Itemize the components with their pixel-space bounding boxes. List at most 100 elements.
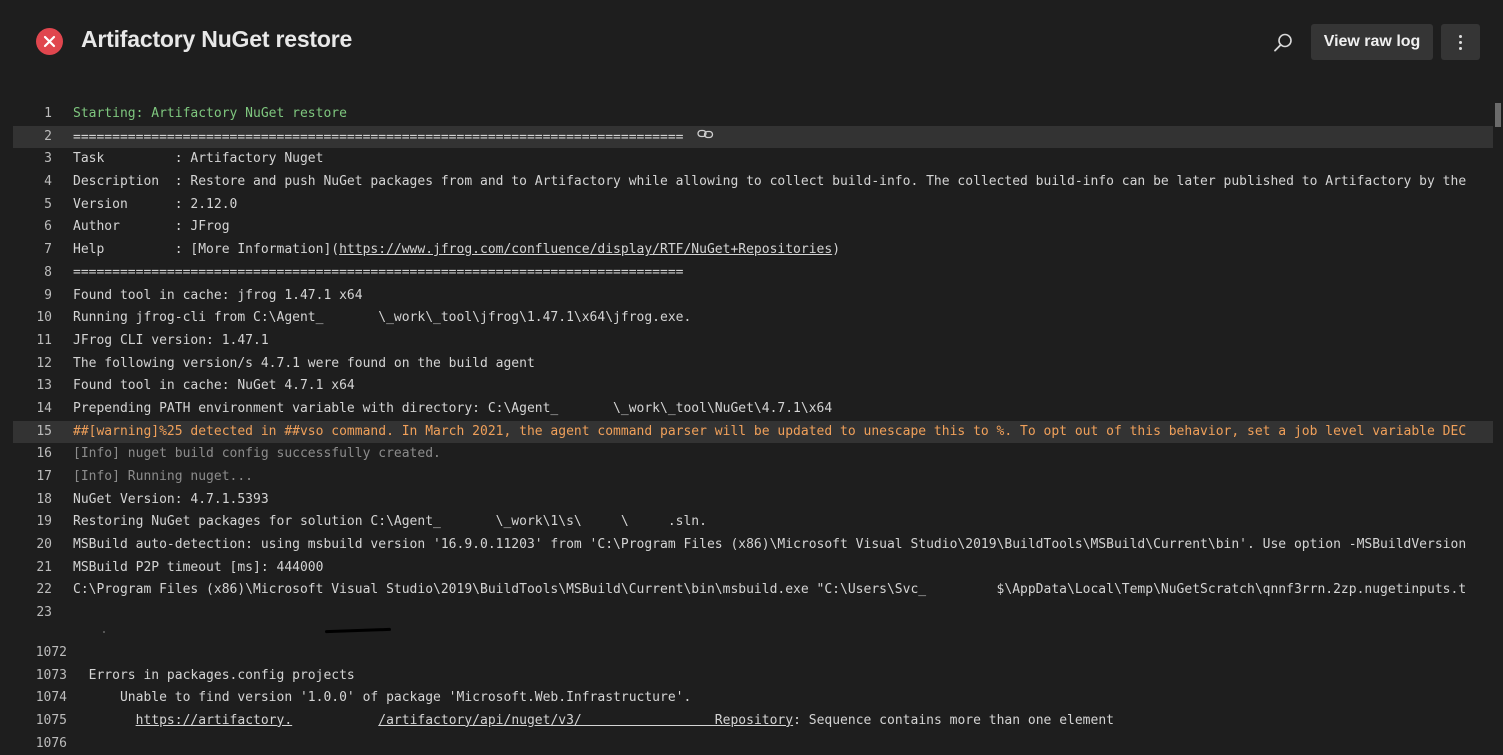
- line-number: 3: [44, 151, 52, 167]
- log-line[interactable]: 1075 https://artifactory. /artifactory/a…: [0, 710, 1493, 733]
- log-line[interactable]: 17 [Info] Running nuget...: [0, 466, 1493, 489]
- log-line[interactable]: 6 Author : JFrog: [0, 216, 1493, 239]
- line-number: 23: [36, 605, 52, 621]
- log-text: C:\Program Files (x86)\Microsoft Visual …: [73, 582, 1467, 598]
- log-text: Restoring NuGet packages for solution C:…: [73, 514, 707, 530]
- log-line[interactable]: 1072: [0, 642, 1493, 665]
- log-line-text: NuGet Version: 4.7.1.5393: [73, 489, 1493, 512]
- more-vertical-icon: [1459, 33, 1462, 51]
- line-number: 1076: [35, 735, 67, 751]
- log-line[interactable]: 14 Prepending PATH environment variable w…: [0, 398, 1493, 421]
- log-line-text: ========================================…: [73, 126, 1493, 149]
- log-line[interactable]: 1 Starting: Artifactory NuGet restore: [0, 103, 1493, 126]
- log-line-text: Running jfrog-cli from C:\Agent_ \_work\…: [73, 307, 1493, 330]
- log-line-text: [Info] nuget build config successfully c…: [73, 443, 1493, 466]
- log-link[interactable]: https://www.jfrog.com/confluence/display…: [339, 242, 832, 257]
- log-line-text: C:\Program Files (x86)\Microsoft Visual …: [73, 579, 1493, 602]
- log-line[interactable]: 15 ##[warning]%25 detected in ##vso comma…: [13, 420, 1493, 444]
- log-line[interactable]: 19 Restoring NuGet packages for solution …: [0, 511, 1493, 534]
- log-text: ========================================…: [73, 264, 684, 280]
- line-number: 14: [36, 400, 52, 416]
- log-text: Description : Restore and push NuGet pac…: [73, 174, 1467, 190]
- log-line[interactable]: 7 Help : [More Information](https://www.j…: [0, 239, 1493, 262]
- log-line-text: Restoring NuGet packages for solution C:…: [73, 511, 1493, 534]
- log-text: ##[warning]%25 detected in ##vso command…: [73, 423, 1467, 439]
- log-text: Prepending PATH environment variable wit…: [73, 400, 833, 416]
- log-text: MSBuild auto-detection: using msbuild ve…: [73, 537, 1467, 553]
- line-number: 20: [36, 537, 52, 553]
- log-line[interactable]: 16 [Info] nuget build config successfully…: [0, 443, 1493, 466]
- log-line[interactable]: 20 MSBuild auto-detection: using msbuild …: [0, 534, 1493, 557]
- log-collapsed-gap: [0, 625, 1493, 642]
- log-link[interactable]: /artifactory/api/nuget/v3/ Repository: [378, 713, 793, 728]
- log-text: Help : [More Information](: [73, 242, 340, 258]
- line-number: 2: [44, 128, 52, 144]
- log-line-text: MSBuild auto-detection: using msbuild ve…: [73, 534, 1493, 557]
- log-text: Found tool in cache: jfrog 1.47.1 x64: [73, 287, 363, 303]
- log-line[interactable]: 18 NuGet Version: 4.7.1.5393: [0, 489, 1493, 512]
- copy-link-icon[interactable]: [697, 126, 714, 149]
- log-text: ========================================…: [73, 129, 684, 145]
- line-number: 10: [36, 310, 52, 326]
- scrollbar-thumb[interactable]: [1495, 103, 1501, 127]
- log-line-text: Errors in packages.config projects: [73, 665, 1493, 688]
- log-line[interactable]: 13 Found tool in cache: NuGet 4.7.1 x64: [0, 375, 1493, 398]
- line-number: 8: [44, 264, 52, 280]
- line-number: 9: [44, 287, 52, 303]
- more-options-button[interactable]: [1441, 24, 1480, 60]
- log-link[interactable]: https://artifactory.: [136, 713, 293, 728]
- search-icon: [1274, 33, 1292, 52]
- log-text: [Info] Running nuget...: [73, 469, 254, 484]
- log-line-text: Version : 2.12.0: [73, 194, 1493, 217]
- log-text: Starting: Artifactory NuGet restore: [73, 106, 347, 121]
- error-icon: [36, 28, 63, 55]
- log-line-text: Prepending PATH environment variable wit…: [73, 398, 1493, 421]
- log-line-text: Starting: Artifactory NuGet restore: [73, 103, 1493, 126]
- line-number: 5: [44, 196, 52, 212]
- log-line-text: JFrog CLI version: 1.47.1: [73, 330, 1493, 353]
- line-number: 16: [36, 446, 52, 462]
- line-number: 17: [36, 469, 52, 484]
- log-line[interactable]: 12 The following version/s 4.7.1 were fou…: [0, 353, 1493, 376]
- line-number: 21: [36, 559, 52, 575]
- log-line[interactable]: 1076: [0, 733, 1493, 755]
- line-number: 1: [44, 106, 52, 121]
- redaction-mark: [324, 627, 392, 633]
- log-line[interactable]: 8 =======================================…: [0, 262, 1493, 285]
- log-line-text: https://artifactory. /artifactory/api/nu…: [73, 710, 1493, 733]
- log-line[interactable]: 1073 Errors in packages.config projects: [0, 665, 1493, 688]
- log-line-text: Author : JFrog: [73, 216, 1493, 239]
- line-number: 13: [36, 378, 52, 394]
- line-number: 1073: [35, 667, 67, 683]
- log-line-text: Help : [More Information](https://www.jf…: [73, 239, 1493, 262]
- log-line[interactable]: 4 Description : Restore and push NuGet pa…: [0, 171, 1493, 194]
- log-line[interactable]: 11 JFrog CLI version: 1.47.1: [0, 330, 1493, 353]
- log-line[interactable]: 22 C:\Program Files (x86)\Microsoft Visua…: [0, 579, 1493, 602]
- log-line-text: Found tool in cache: jfrog 1.47.1 x64: [73, 285, 1493, 308]
- log-viewer[interactable]: 1 Starting: Artifactory NuGet restore 2 ===…: [0, 103, 1493, 755]
- line-number: 6: [44, 219, 52, 235]
- log-line[interactable]: 9 Found tool in cache: jfrog 1.47.1 x64: [0, 285, 1493, 308]
- log-line[interactable]: 23: [0, 602, 1493, 625]
- line-number: 4: [44, 174, 52, 190]
- log-line[interactable]: 2 =======================================…: [13, 125, 1493, 149]
- log-text: : Sequence contains more than one elemen…: [793, 712, 1114, 728]
- log-line[interactable]: 5 Version : 2.12.0: [0, 194, 1493, 217]
- view-raw-log-button[interactable]: View raw log: [1311, 24, 1433, 60]
- log-line[interactable]: 1074 Unable to find version '1.0.0' of p…: [0, 687, 1493, 710]
- line-number: 11: [36, 332, 52, 348]
- log-line-text: The following version/s 4.7.1 were found…: [73, 353, 1493, 376]
- log-text: Errors in packages.config projects: [73, 667, 355, 683]
- line-number: 22: [36, 582, 52, 598]
- log-line[interactable]: 21 MSBuild P2P timeout [ms]: 444000: [0, 557, 1493, 580]
- log-text: MSBuild P2P timeout [ms]: 444000: [73, 559, 324, 575]
- log-scrollbar[interactable]: [1493, 103, 1503, 748]
- log-line[interactable]: 3 Task : Artifactory Nuget: [0, 148, 1493, 171]
- log-text: Author : JFrog: [73, 219, 230, 235]
- log-line-text: MSBuild P2P timeout [ms]: 444000: [73, 557, 1493, 580]
- log-text: Running jfrog-cli from C:\Agent_ \_work\…: [73, 310, 692, 326]
- log-line[interactable]: 10 Running jfrog-cli from C:\Agent_ \_wor…: [0, 307, 1493, 330]
- log-text: ): [832, 242, 841, 258]
- search-button[interactable]: [1268, 29, 1298, 57]
